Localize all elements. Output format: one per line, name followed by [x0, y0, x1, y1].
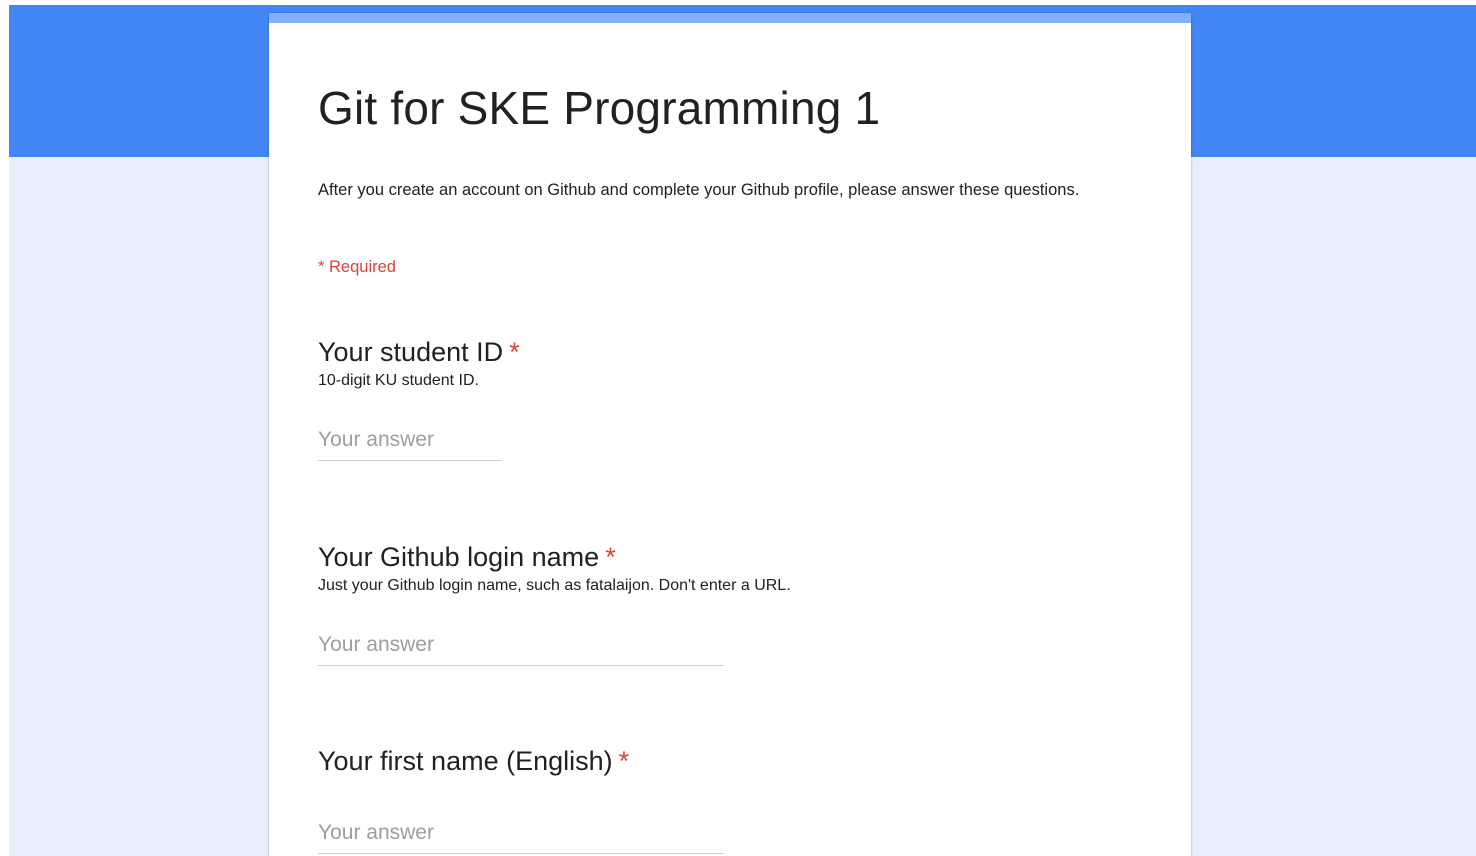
- question-title-text: Your student ID: [318, 337, 504, 367]
- question-help-text: 10-digit KU student ID.: [318, 372, 479, 389]
- student-id-input[interactable]: [318, 428, 502, 461]
- page-background: Git for SKE Programming 1 After you crea…: [9, 5, 1476, 856]
- required-note: * Required: [318, 258, 396, 276]
- form-description: After you create an account on Github an…: [318, 181, 1080, 199]
- form-card: Git for SKE Programming 1 After you crea…: [269, 13, 1191, 856]
- question-github-login: Your Github login name * Just your Github…: [318, 541, 791, 666]
- question-title: Your student ID *: [318, 336, 520, 368]
- question-help-text: Just your Github login name, such as fat…: [318, 577, 791, 594]
- question-student-id: Your student ID * 10-digit KU student ID.: [318, 336, 520, 461]
- required-asterisk: *: [618, 746, 630, 776]
- question-title-text: Your first name (English): [318, 746, 613, 776]
- form-title: Git for SKE Programming 1: [318, 82, 881, 134]
- card-accent-bar: [269, 13, 1191, 23]
- required-asterisk: *: [509, 337, 520, 367]
- question-title: Your first name (English) *: [318, 745, 724, 777]
- question-title-text: Your Github login name: [318, 542, 600, 572]
- question-title: Your Github login name *: [318, 541, 791, 573]
- required-asterisk: *: [605, 542, 616, 572]
- first-name-input[interactable]: [318, 821, 724, 854]
- github-login-input[interactable]: [318, 633, 724, 666]
- question-first-name: Your first name (English) *: [318, 745, 724, 854]
